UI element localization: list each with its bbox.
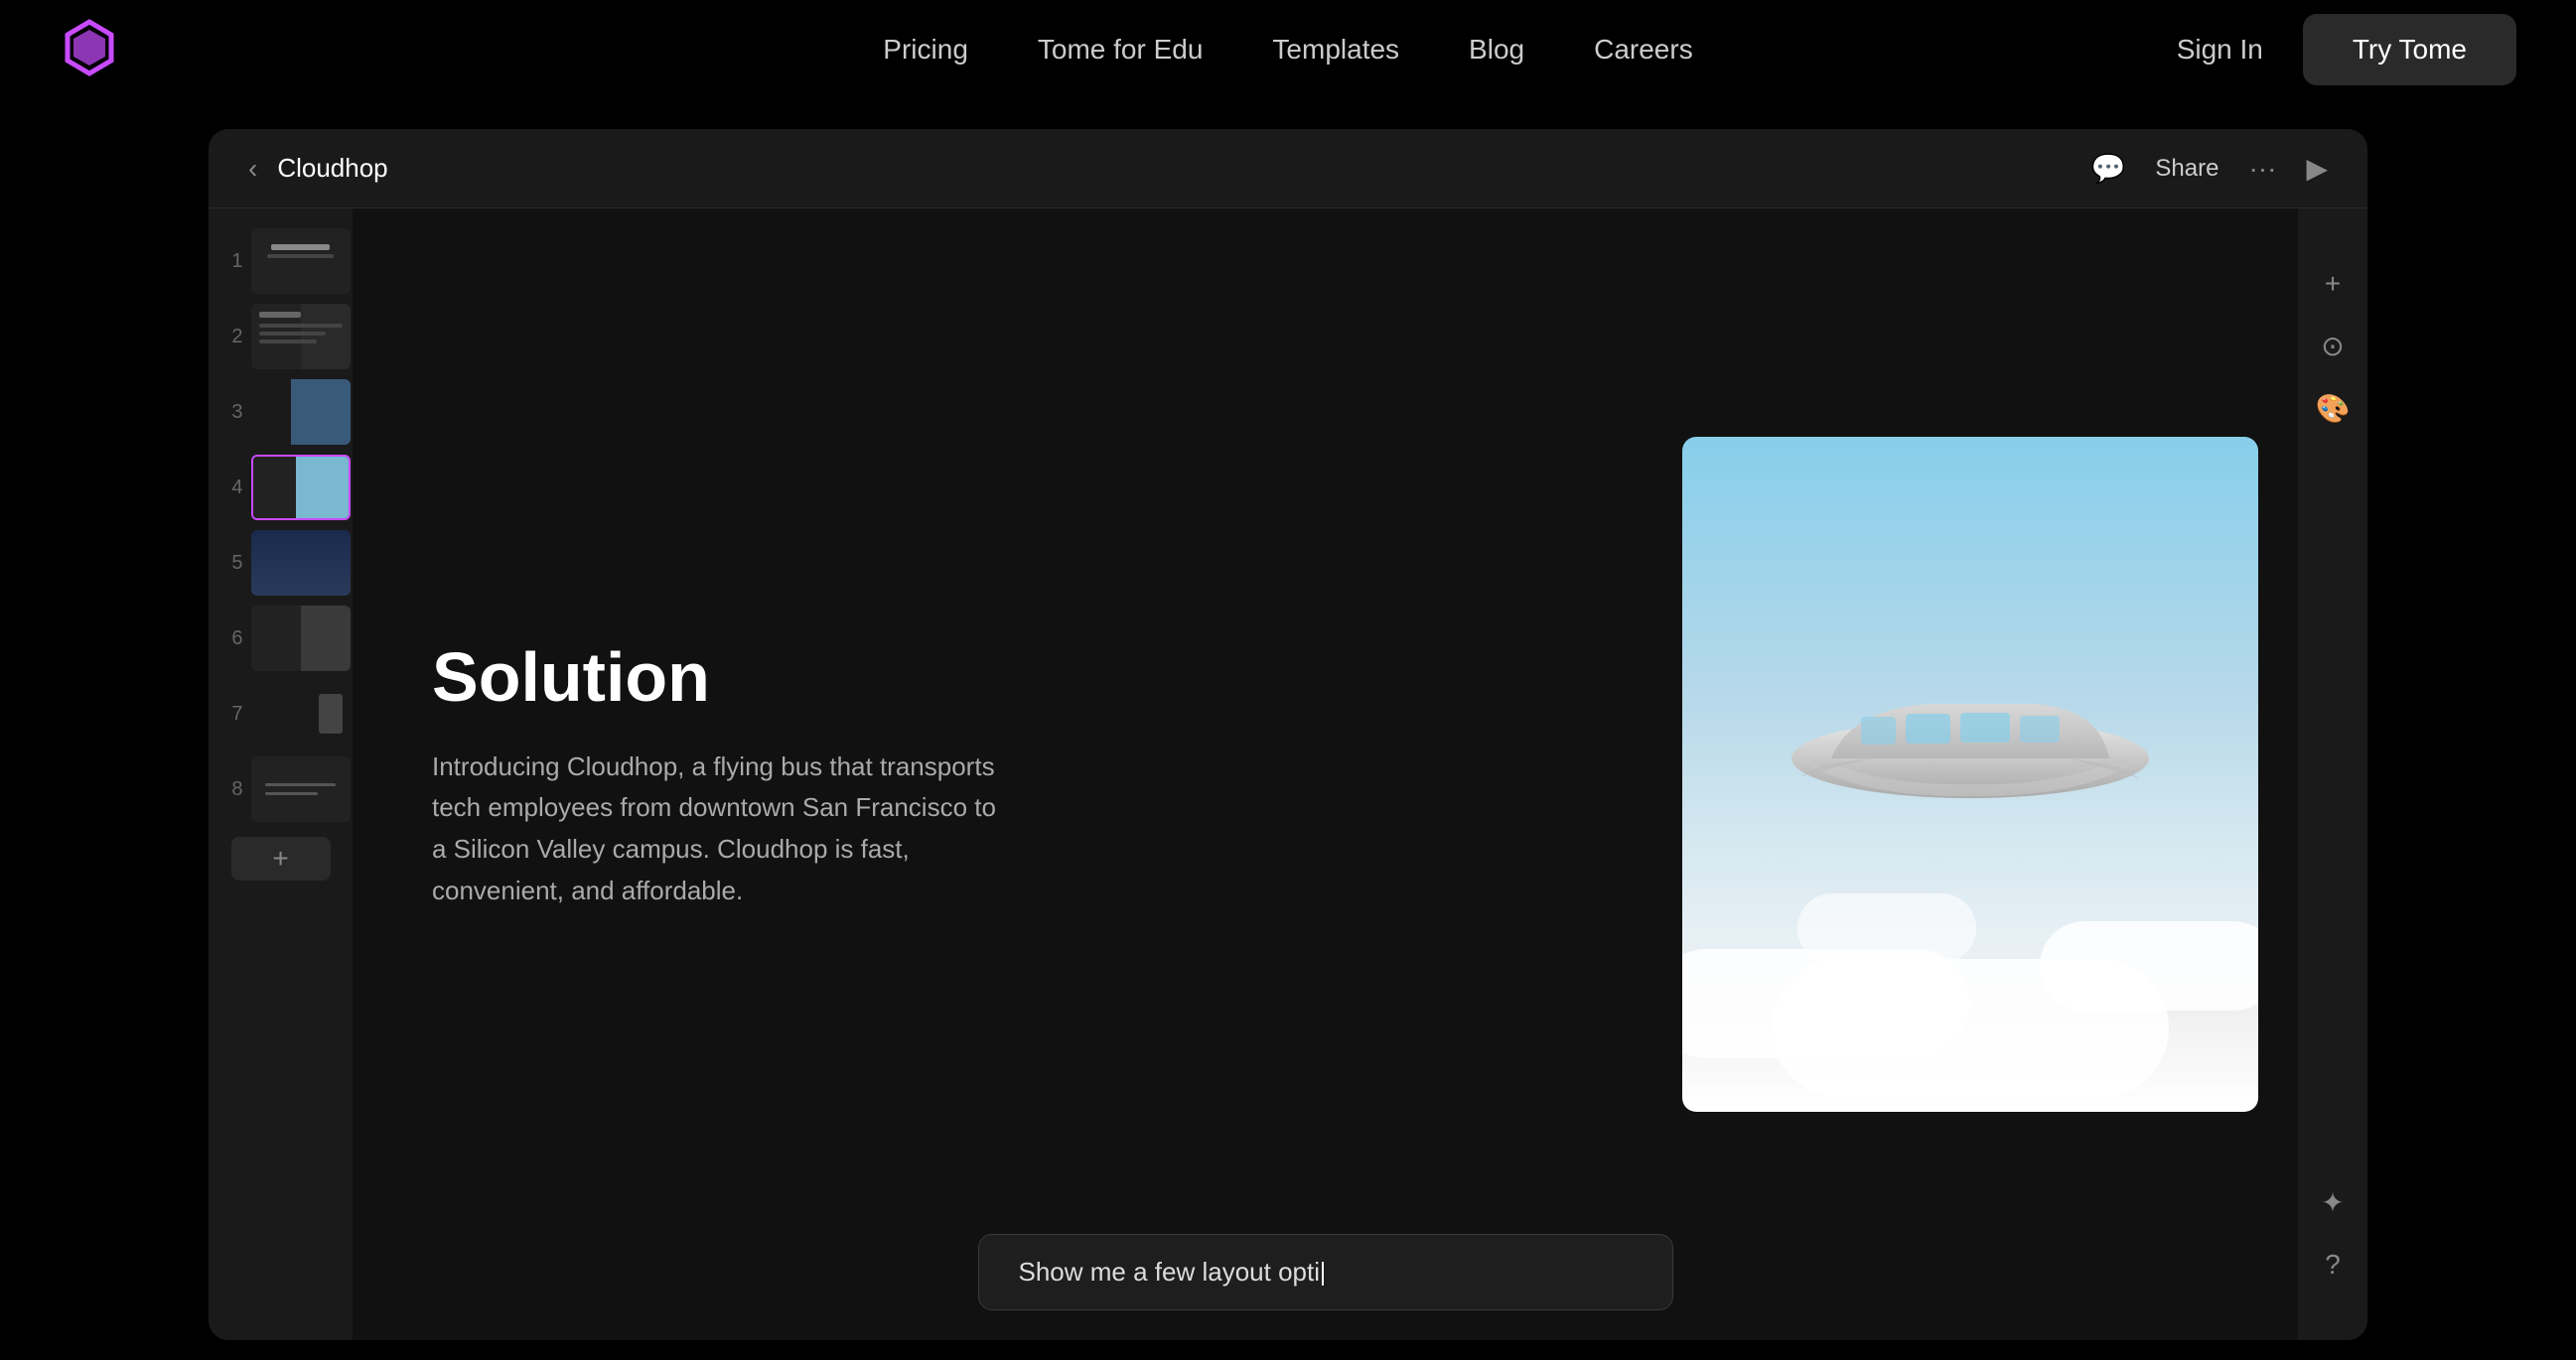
- slide-body: Introducing Cloudhop, a flying bus that …: [432, 747, 1008, 911]
- nav-templates[interactable]: Templates: [1272, 34, 1399, 66]
- sparkle-tool-icon[interactable]: ✦: [2321, 1186, 2344, 1219]
- slide-thumb-4[interactable]: [251, 455, 351, 520]
- comment-icon[interactable]: 💬: [2091, 152, 2126, 185]
- slide-thumb-8[interactable]: [251, 756, 351, 822]
- slide-text-panel: Solution Introducing Cloudhop, a flying …: [353, 578, 1682, 971]
- slide-num-4: 4: [221, 476, 243, 499]
- help-tool-icon[interactable]: ?: [2325, 1249, 2341, 1281]
- add-slide-button[interactable]: +: [231, 837, 331, 881]
- logo[interactable]: [60, 18, 119, 82]
- slide-thumb-3[interactable]: [251, 379, 351, 445]
- slide-item-1[interactable]: 1: [221, 228, 341, 294]
- right-tools-bottom: ✦ ?: [2321, 1186, 2344, 1281]
- slide-num-8: 8: [221, 778, 243, 801]
- try-tome-button[interactable]: Try Tome: [2303, 14, 2516, 85]
- slide-thumb-1[interactable]: [251, 228, 351, 294]
- nav-pricing[interactable]: Pricing: [883, 34, 968, 66]
- add-tool-icon[interactable]: +: [2325, 268, 2341, 300]
- prompt-text: Show me a few layout opti: [1019, 1257, 1321, 1287]
- nav-links: Pricing Tome for Edu Templates Blog Care…: [883, 34, 1692, 66]
- slide-thumb-5[interactable]: [251, 530, 351, 596]
- right-tools: + ⊙ 🎨 ✦ ?: [2298, 208, 2367, 1340]
- slide-item-6[interactable]: 6: [221, 606, 341, 671]
- nav-tome-edu[interactable]: Tome for Edu: [1038, 34, 1204, 66]
- content-area: 1 2: [209, 208, 2367, 1340]
- right-tools-top: + ⊙ 🎨: [2316, 268, 2351, 425]
- sign-in-link[interactable]: Sign In: [2177, 34, 2263, 66]
- app-container: ‹ Cloudhop 💬 Share ··· ▶ 1: [209, 129, 2367, 1340]
- slide-heading: Solution: [432, 637, 1603, 717]
- slide-num-1: 1: [221, 250, 243, 273]
- cloud-4: [1797, 893, 1976, 963]
- prompt-bar[interactable]: Show me a few layout opti: [978, 1234, 1673, 1310]
- slide-num-6: 6: [221, 627, 243, 650]
- navbar: Pricing Tome for Edu Templates Blog Care…: [0, 0, 2576, 99]
- flying-bus-image: [1772, 639, 2169, 838]
- slide-image-panel: [1682, 437, 2258, 1112]
- slide-item-2[interactable]: 2: [221, 304, 341, 369]
- palette-tool-icon[interactable]: 🎨: [2316, 392, 2351, 425]
- main-slide: Solution Introducing Cloudhop, a flying …: [353, 208, 2298, 1340]
- target-tool-icon[interactable]: ⊙: [2321, 330, 2344, 362]
- toolbar: ‹ Cloudhop 💬 Share ··· ▶: [209, 129, 2367, 208]
- document-title: Cloudhop: [277, 153, 387, 184]
- toolbar-right: 💬 Share ··· ▶: [2091, 152, 2328, 185]
- nav-right: Sign In Try Tome: [2177, 14, 2516, 85]
- nav-blog[interactable]: Blog: [1469, 34, 1524, 66]
- slide-thumb-6[interactable]: [251, 606, 351, 671]
- slide-item-4[interactable]: 4: [221, 455, 341, 520]
- slide-content: Solution Introducing Cloudhop, a flying …: [353, 208, 2298, 1340]
- cloud-3: [1772, 959, 2169, 1098]
- slide-item-3[interactable]: 3: [221, 379, 341, 445]
- more-options-icon[interactable]: ···: [2248, 153, 2276, 185]
- slide-thumb-7[interactable]: [251, 681, 351, 747]
- slide-num-2: 2: [221, 326, 243, 348]
- sidebar: 1 2: [209, 208, 353, 1340]
- back-button[interactable]: ‹: [248, 153, 257, 185]
- play-button[interactable]: ▶: [2306, 152, 2328, 185]
- share-button[interactable]: Share: [2155, 155, 2218, 183]
- slide-num-7: 7: [221, 703, 243, 726]
- slide-num-5: 5: [221, 552, 243, 575]
- slide-item-8[interactable]: 8: [221, 756, 341, 822]
- slide-item-5[interactable]: 5: [221, 530, 341, 596]
- nav-careers[interactable]: Careers: [1594, 34, 1693, 66]
- slide-thumb-2[interactable]: [251, 304, 351, 369]
- slide-item-7[interactable]: 7: [221, 681, 341, 747]
- toolbar-left: ‹ Cloudhop: [248, 153, 388, 185]
- cursor: [1322, 1262, 1324, 1286]
- slide-num-3: 3: [221, 401, 243, 424]
